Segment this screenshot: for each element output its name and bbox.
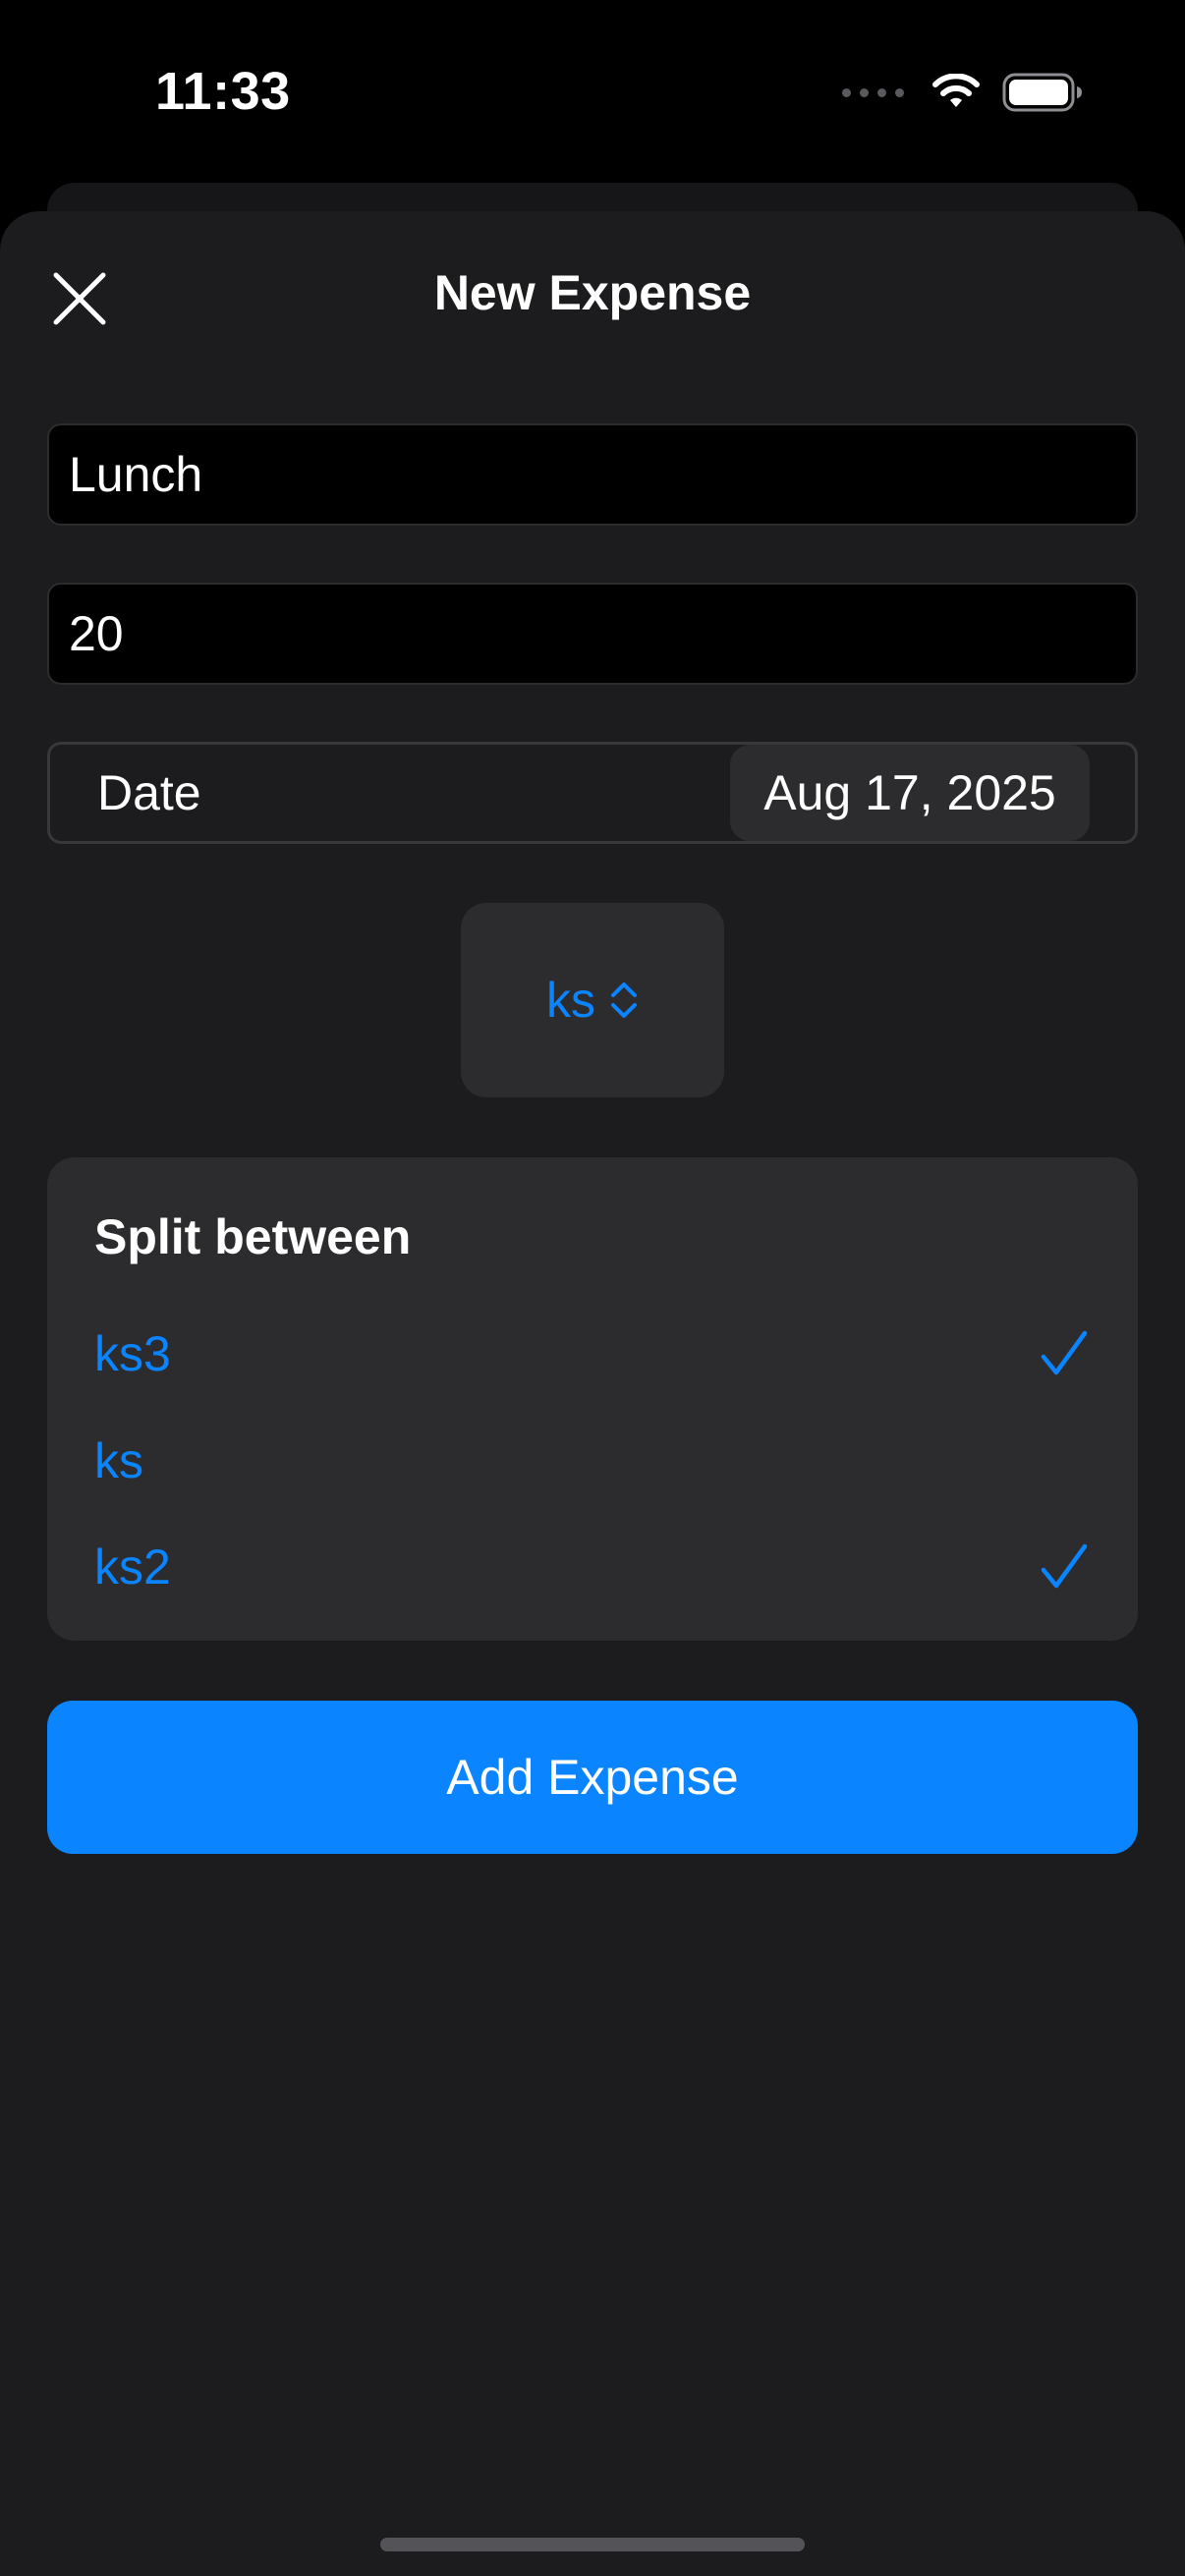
- payer-picker[interactable]: ks: [461, 903, 724, 1097]
- member-name: ks2: [94, 1540, 171, 1595]
- home-indicator: [380, 2538, 805, 2551]
- member-name: ks3: [94, 1326, 171, 1381]
- add-expense-label: Add Expense: [446, 1750, 739, 1805]
- split-member-row[interactable]: ks2: [47, 1518, 1138, 1616]
- status-time: 11:33: [155, 62, 291, 121]
- status-icons: [842, 73, 1083, 112]
- expense-amount-field[interactable]: 20: [47, 583, 1138, 685]
- cellular-signal-icon: [842, 87, 904, 97]
- screen: 11:33 New Expense Lunch 20 Date Aug 17, …: [0, 0, 1185, 2576]
- split-between-card: Split between ks3 ks ks2: [47, 1157, 1138, 1641]
- expense-amount-value: 20: [69, 606, 124, 661]
- wifi-icon: [932, 74, 980, 107]
- split-title: Split between: [94, 1209, 412, 1264]
- new-expense-sheet: New Expense Lunch 20 Date Aug 17, 2025 k…: [0, 211, 1185, 2576]
- add-expense-button[interactable]: Add Expense: [47, 1701, 1138, 1854]
- date-label: Date: [97, 765, 201, 820]
- date-picker-button[interactable]: Aug 17, 2025: [730, 745, 1090, 841]
- checkmark-icon: [1041, 1330, 1088, 1375]
- date-value: Aug 17, 2025: [763, 765, 1056, 820]
- chevron-up-down-icon: [611, 982, 637, 1018]
- battery-icon: [1002, 73, 1082, 112]
- member-name: ks: [94, 1433, 143, 1488]
- split-member-row[interactable]: ks: [47, 1412, 1138, 1510]
- sheet-title: New Expense: [433, 265, 752, 320]
- date-row: Date Aug 17, 2025: [47, 742, 1138, 844]
- checkmark-icon: [1041, 1543, 1088, 1589]
- payer-value: ks: [546, 973, 595, 1028]
- expense-name-field[interactable]: Lunch: [47, 423, 1138, 526]
- expense-name-value: Lunch: [69, 447, 203, 502]
- split-member-row[interactable]: ks3: [47, 1305, 1138, 1403]
